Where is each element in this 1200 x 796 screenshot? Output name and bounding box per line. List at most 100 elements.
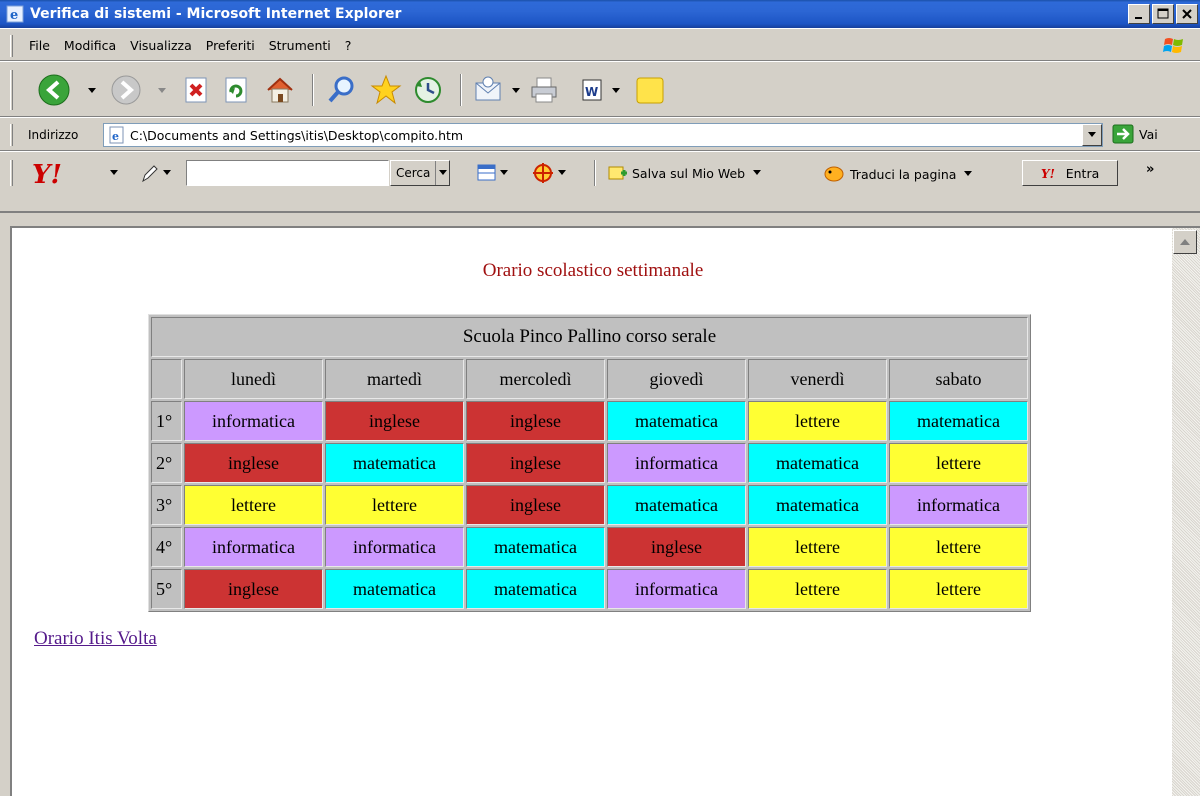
subject-cell: matematica [466, 527, 605, 567]
subject-cell: matematica [466, 569, 605, 609]
title-bar[interactable]: e Verifica di sistemi - Microsoft Intern… [0, 0, 1200, 28]
yahoo-search-input[interactable] [186, 160, 389, 186]
stop-icon[interactable] [178, 72, 214, 108]
maximize-button[interactable] [1152, 4, 1174, 24]
print-icon[interactable] [526, 72, 562, 108]
save-to-web-label: Salva sul Mio Web [632, 165, 746, 181]
toolbar-overflow-chevron[interactable]: » [1146, 162, 1154, 177]
address-url[interactable]: C:\Documents and Settings\itis\Desktop\c… [130, 128, 463, 143]
close-icon [1182, 9, 1192, 19]
day-header: mercoledì [466, 359, 605, 399]
chevron-down-icon[interactable] [163, 170, 171, 176]
subject-cell: informatica [325, 527, 464, 567]
address-label: Indirizzo [28, 128, 79, 142]
subject-cell: inglese [607, 527, 746, 567]
forward-icon[interactable] [108, 72, 144, 108]
history-icon[interactable] [410, 72, 446, 108]
table-row: 3° lettere lettere inglese matematica matemat… [151, 485, 1028, 525]
toolbar-separator [312, 74, 314, 106]
toolbar-separator [594, 160, 596, 186]
refresh-icon[interactable] [218, 72, 254, 108]
translate-page-button[interactable]: Traduci la pagina [822, 164, 974, 184]
day-header: sabato [889, 359, 1028, 399]
menu-help[interactable]: ? [338, 38, 359, 53]
search-dropdown-button[interactable] [435, 161, 449, 185]
toolbar-grip[interactable] [10, 35, 13, 57]
subject-cell: matematica [607, 401, 746, 441]
svg-text:W: W [585, 85, 598, 99]
scroll-up-button[interactable] [1173, 230, 1197, 254]
chevron-down-icon[interactable] [158, 88, 166, 94]
menu-visualizza[interactable]: Visualizza [123, 38, 199, 53]
vertical-scrollbar[interactable] [1172, 226, 1200, 796]
subject-cell: inglese [466, 443, 605, 483]
day-header: lunedì [184, 359, 323, 399]
subject-cell: inglese [466, 485, 605, 525]
menu-preferiti[interactable]: Preferiti [199, 38, 262, 53]
windows-logo-icon [1163, 38, 1183, 53]
hour-cell: 1° [151, 401, 182, 441]
subject-cell: matematica [748, 485, 887, 525]
subject-cell: matematica [748, 443, 887, 483]
home-icon[interactable] [262, 72, 298, 108]
yahoo-search-button[interactable]: Cerca [390, 160, 451, 186]
table-row: 2° inglese matematica inglese informatica mat… [151, 443, 1028, 483]
address-bar: Indirizzo e C:\Documents and Settings\it… [0, 117, 1200, 151]
subject-cell: informatica [607, 443, 746, 483]
chevron-down-icon[interactable] [512, 88, 520, 94]
table-caption: Scuola Pinco Pallino corso serale [151, 317, 1028, 357]
hour-cell: 5° [151, 569, 182, 609]
search-icon[interactable] [324, 72, 360, 108]
chevron-down-icon[interactable] [558, 170, 566, 176]
subject-cell: matematica [607, 485, 746, 525]
maximize-icon [1157, 8, 1169, 19]
table-row: 4° informatica informatica matematica ingles… [151, 527, 1028, 567]
subject-cell: informatica [889, 485, 1028, 525]
orario-itis-volta-link[interactable]: Orario Itis Volta [34, 628, 157, 650]
page-heading: Orario scolastico settimanale [482, 260, 704, 281]
yahoo-sign-in-label: Entra [1065, 165, 1100, 181]
toolbar-grip[interactable] [10, 124, 13, 146]
window-layout-icon[interactable] [476, 162, 498, 184]
subject-cell: inglese [325, 401, 464, 441]
chevron-down-icon[interactable] [612, 88, 620, 94]
minimize-icon [1135, 17, 1142, 19]
toolbar-grip[interactable] [10, 70, 13, 110]
subject-cell: lettere [325, 485, 464, 525]
yahoo-toolbar: Y! Cerca Salva sul Mio Web Traduci la pa… [0, 151, 1200, 213]
menu-modifica[interactable]: Modifica [57, 38, 123, 53]
mail-icon[interactable] [470, 72, 506, 108]
yahoo-sign-in-button[interactable]: Y! Entra [1022, 160, 1118, 186]
yahoo-search-label: Cerca [396, 166, 431, 180]
svg-text:Y!: Y! [32, 160, 62, 187]
svg-text:e: e [112, 130, 119, 143]
subject-cell: informatica [184, 527, 323, 567]
yahoo-logo-icon[interactable]: Y! [30, 159, 80, 187]
chevron-down-icon [964, 171, 973, 176]
hour-cell: 2° [151, 443, 182, 483]
chevron-down-icon [753, 170, 762, 175]
address-input[interactable]: e C:\Documents and Settings\itis\Desktop… [103, 123, 1103, 147]
toolbar-separator [460, 74, 462, 106]
minimize-button[interactable] [1128, 4, 1150, 24]
favorites-icon[interactable] [368, 72, 404, 108]
close-button[interactable] [1176, 4, 1198, 24]
go-button[interactable]: Vai [1112, 124, 1158, 144]
chevron-down-icon[interactable] [110, 170, 118, 176]
address-dropdown-button[interactable] [1082, 124, 1102, 146]
subject-cell: lettere [889, 443, 1028, 483]
back-icon[interactable] [36, 72, 72, 108]
chevron-down-icon[interactable] [500, 170, 508, 176]
target-icon[interactable] [532, 162, 554, 184]
menu-file[interactable]: File [22, 38, 57, 53]
chevron-down-icon[interactable] [88, 88, 96, 94]
window-title: Verifica di sistemi - Microsoft Internet… [30, 6, 402, 22]
subject-cell: informatica [607, 569, 746, 609]
chevron-down-icon [1088, 132, 1096, 137]
toolbar-grip[interactable] [10, 160, 13, 186]
word-edit-icon[interactable]: W [574, 72, 610, 108]
menu-strumenti[interactable]: Strumenti [262, 38, 338, 53]
pencil-icon[interactable] [140, 162, 160, 184]
save-to-web-button[interactable]: Salva sul Mio Web [608, 164, 763, 182]
messenger-note-icon[interactable] [632, 72, 668, 108]
